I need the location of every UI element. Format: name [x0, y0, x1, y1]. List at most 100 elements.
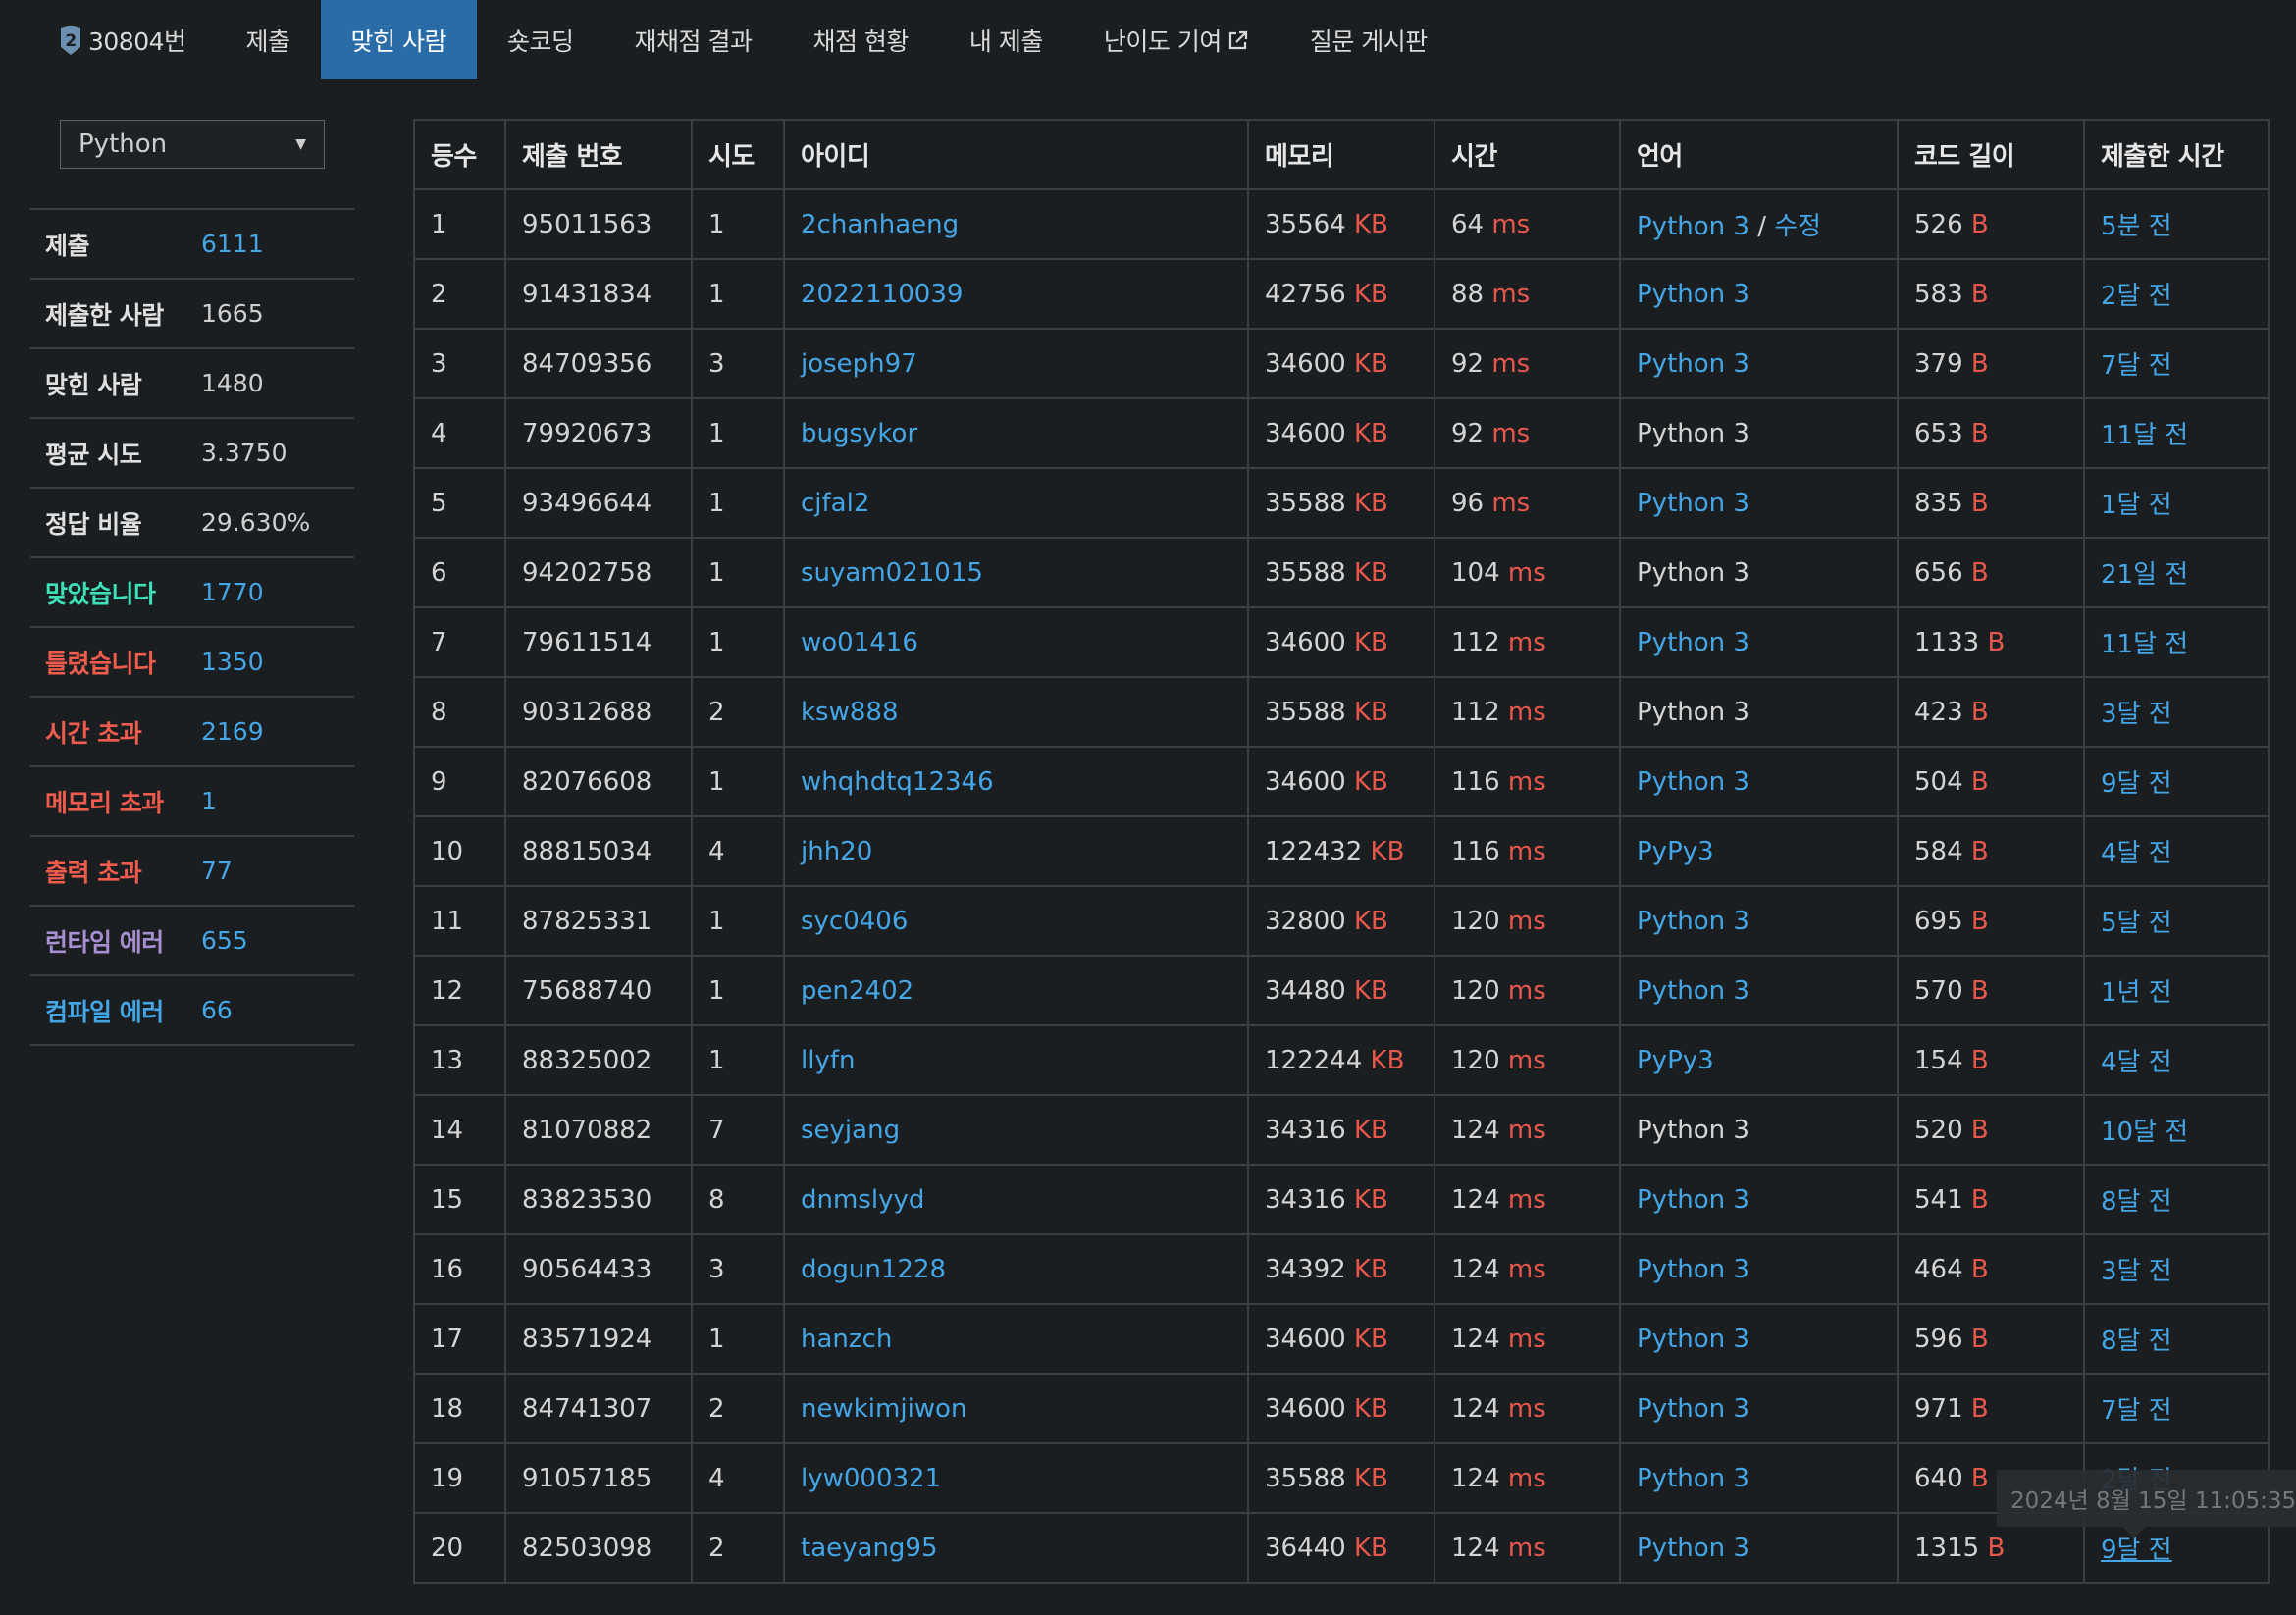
- language-select[interactable]: Python ▼: [60, 120, 325, 169]
- user-link[interactable]: joseph97: [801, 349, 917, 379]
- language-link[interactable]: Python 3: [1637, 1534, 1749, 1563]
- user-link[interactable]: lyw000321: [801, 1464, 941, 1493]
- tab-submit[interactable]: 제출: [216, 0, 321, 79]
- tab-problem[interactable]: 2 30804번: [47, 0, 216, 79]
- submitted-at-link[interactable]: 8달 전: [2101, 1187, 2172, 1217]
- user-link[interactable]: llyfn: [801, 1046, 855, 1075]
- col-memory[interactable]: 메모리: [1247, 119, 1435, 190]
- stat-value[interactable]: 6111: [201, 230, 264, 258]
- tab-status[interactable]: 채점 현황: [782, 0, 938, 79]
- edit-link[interactable]: 수정: [1774, 212, 1821, 241]
- submitted-at-link[interactable]: 3달 전: [2101, 700, 2172, 729]
- submitted-at-link[interactable]: 1달 전: [2101, 491, 2172, 520]
- language-link[interactable]: Python 3: [1637, 976, 1749, 1006]
- user-link[interactable]: newkimjiwon: [801, 1394, 966, 1424]
- submitted-at-link[interactable]: 8달 전: [2101, 1327, 2172, 1356]
- col-submitted-at[interactable]: 제출한 시간: [2083, 119, 2270, 190]
- language-link[interactable]: Python 3: [1637, 1255, 1749, 1284]
- submitted-at-link[interactable]: 4달 전: [2101, 1048, 2172, 1077]
- language-link[interactable]: Python 3: [1637, 280, 1749, 309]
- memory-value: 35588: [1265, 697, 1346, 727]
- user-link[interactable]: 2022110039: [801, 280, 963, 309]
- user-link[interactable]: cjfal2: [801, 489, 869, 518]
- time-unit: ms: [1507, 836, 1546, 866]
- rank-cell: 9: [413, 746, 506, 817]
- submitted-at-link[interactable]: 9달 전: [2101, 1536, 2172, 1565]
- time-value: 96: [1451, 488, 1485, 518]
- tab-rejudge[interactable]: 재채점 결과: [604, 0, 783, 79]
- user-link[interactable]: bugsykor: [801, 419, 917, 448]
- user-link[interactable]: taeyang95: [801, 1534, 938, 1563]
- submitted-at-link[interactable]: 4달 전: [2101, 839, 2172, 868]
- submitted-at-link[interactable]: 9달 전: [2101, 769, 2172, 799]
- table-row: 3 84709356 3 joseph97 34600 KB 92 ms Python 33…: [413, 328, 2270, 399]
- tries-cell: 1: [691, 397, 785, 469]
- language-link[interactable]: Python 3: [1637, 349, 1749, 379]
- stat-value[interactable]: 1770: [201, 578, 264, 606]
- code-length-cell: 423 B: [1897, 676, 2085, 748]
- submitted-at-link[interactable]: 2달 전: [2101, 282, 2172, 311]
- col-language[interactable]: 언어: [1619, 119, 1899, 190]
- submitted-at-link[interactable]: 1년 전: [2101, 978, 2172, 1008]
- submitted-at-cell: 2달 전: [2083, 258, 2270, 330]
- submitted-at-link[interactable]: 11달 전: [2101, 630, 2188, 659]
- tries-cell: 1: [691, 537, 785, 608]
- stat-value[interactable]: 1: [201, 787, 217, 815]
- col-submission-id[interactable]: 제출 번호: [504, 119, 693, 190]
- user-link[interactable]: dogun1228: [801, 1255, 946, 1284]
- stat-value[interactable]: 77: [201, 857, 233, 885]
- tab-difficulty[interactable]: 난이도 기여: [1073, 0, 1279, 79]
- language-link[interactable]: PyPy3: [1637, 1046, 1714, 1075]
- user-link[interactable]: suyam021015: [801, 558, 983, 588]
- user-link[interactable]: ksw888: [801, 698, 899, 727]
- time-cell: 116 ms: [1434, 746, 1621, 817]
- tries-cell: 1: [691, 606, 785, 678]
- user-link[interactable]: pen2402: [801, 976, 913, 1006]
- tab-board[interactable]: 질문 게시판: [1279, 0, 1458, 79]
- memory-value: 122244: [1265, 1045, 1363, 1075]
- stat-value[interactable]: 66: [201, 996, 233, 1024]
- submitted-at-link[interactable]: 10달 전: [2101, 1118, 2188, 1147]
- user-link[interactable]: wo01416: [801, 628, 918, 657]
- code-length-unit: B: [1970, 697, 1989, 727]
- submitted-at-link[interactable]: 21일 전: [2101, 560, 2188, 590]
- user-link[interactable]: jhh20: [801, 837, 872, 866]
- user-cell: wo01416: [783, 606, 1249, 678]
- col-code-length[interactable]: 코드 길이: [1897, 119, 2085, 190]
- submitted-at-link[interactable]: 7달 전: [2101, 351, 2172, 381]
- submitted-at-link[interactable]: 11달 전: [2101, 421, 2188, 450]
- stat-value[interactable]: 2169: [201, 717, 264, 746]
- memory-cell: 34392 KB: [1247, 1233, 1435, 1305]
- language-link[interactable]: Python 3: [1637, 767, 1749, 797]
- language-link[interactable]: Python 3: [1637, 1464, 1749, 1493]
- language-link[interactable]: Python 3: [1637, 1325, 1749, 1354]
- tab-my-submissions[interactable]: 내 제출: [939, 0, 1073, 79]
- language-link[interactable]: Python 3: [1637, 489, 1749, 518]
- language-link[interactable]: Python 3: [1637, 212, 1749, 241]
- col-user[interactable]: 아이디: [783, 119, 1249, 190]
- user-link[interactable]: hanzch: [801, 1325, 892, 1354]
- user-link[interactable]: dnmslyyd: [801, 1185, 924, 1215]
- submitted-at-link[interactable]: 5달 전: [2101, 909, 2172, 938]
- language-link[interactable]: PyPy3: [1637, 837, 1714, 866]
- submitted-at-link[interactable]: 7달 전: [2101, 1396, 2172, 1426]
- language-link[interactable]: Python 3: [1637, 1185, 1749, 1215]
- submitted-at-link[interactable]: 5분 전: [2101, 212, 2172, 241]
- language-link[interactable]: Python 3: [1637, 1394, 1749, 1424]
- time-value: 88: [1451, 279, 1485, 309]
- language-link[interactable]: Python 3: [1637, 628, 1749, 657]
- tab-short-coding[interactable]: 숏코딩: [477, 0, 604, 79]
- stat-value[interactable]: 1350: [201, 648, 264, 676]
- user-link[interactable]: seyjang: [801, 1116, 900, 1145]
- user-link[interactable]: whqhdtq12346: [801, 767, 994, 797]
- user-link[interactable]: syc0406: [801, 907, 908, 936]
- col-time[interactable]: 시간: [1434, 119, 1621, 190]
- col-rank[interactable]: 등수: [413, 119, 506, 190]
- col-tries[interactable]: 시도: [691, 119, 785, 190]
- language-link[interactable]: Python 3: [1637, 907, 1749, 936]
- stat-value[interactable]: 655: [201, 926, 248, 955]
- submitted-at-link[interactable]: 3달 전: [2101, 1257, 2172, 1286]
- code-length-cell: 835 B: [1897, 467, 2085, 539]
- tab-solvers[interactable]: 맞힌 사람: [320, 0, 477, 79]
- user-link[interactable]: 2chanhaeng: [801, 210, 959, 239]
